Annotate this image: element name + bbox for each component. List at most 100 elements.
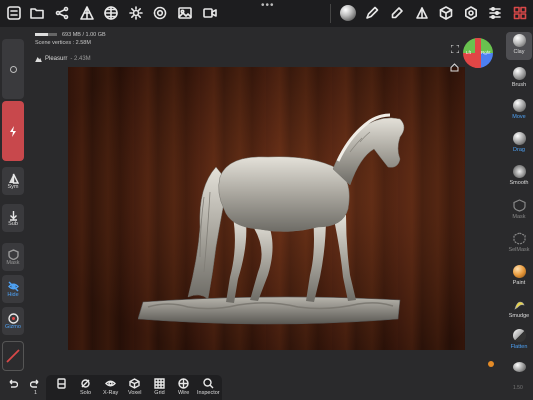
sliders-icon[interactable] <box>485 3 505 23</box>
tool-paint[interactable]: Paint <box>506 263 532 291</box>
mask-icon <box>512 199 526 212</box>
gizmo-right-label: Rght <box>481 50 491 55</box>
mask-shield-icon <box>7 248 19 260</box>
selmask-icon <box>512 232 526 245</box>
tool-mask[interactable]: Mask <box>506 197 532 225</box>
inspector-button[interactable]: Inspector <box>197 378 220 396</box>
lightning-icon <box>9 125 16 137</box>
tool-selmask[interactable]: SelMask <box>506 230 532 258</box>
smudge-icon <box>514 301 524 310</box>
gizmo-button[interactable]: Gizmo <box>2 307 24 335</box>
layers-button[interactable] <box>56 378 67 390</box>
gizmo-icon <box>7 312 19 324</box>
tool-flatten[interactable]: Flatten <box>506 327 532 355</box>
home-icon[interactable] <box>450 59 459 72</box>
radius-icon <box>9 65 17 73</box>
intensity-slider[interactable] <box>2 101 24 161</box>
scene-icon[interactable] <box>52 3 72 23</box>
tool-clay-label: Clay <box>513 49 525 55</box>
dropper-icon[interactable] <box>387 3 407 23</box>
redo-count: 1 <box>33 390 38 396</box>
tool-smudge[interactable]: Smudge <box>506 296 532 324</box>
sym-button[interactable]: Sym <box>2 167 24 195</box>
video-icon[interactable] <box>200 3 220 23</box>
shapes-icon[interactable] <box>436 3 456 23</box>
mesh-triangle-icon <box>35 56 42 62</box>
mask-label: Mask <box>6 259 20 266</box>
orientation-gizmo[interactable]: Lft Rght <box>463 38 493 68</box>
solo-button[interactable]: Solo <box>80 378 91 396</box>
scene-vertices: Scene vertices : 2.58M <box>35 40 91 46</box>
mesh-name: Pleasurr <box>45 56 68 62</box>
scene-info: 693 MB / 1.00 GB Scene vertices : 2.58M <box>35 31 106 47</box>
mask-button[interactable]: Mask <box>2 243 24 271</box>
grid-sphere-icon[interactable] <box>101 3 121 23</box>
memory-text: 693 MB / 1.00 GB <box>62 32 106 38</box>
gear-icon[interactable] <box>461 3 481 23</box>
move-icon <box>512 99 526 112</box>
divider <box>330 4 331 23</box>
sun-icon[interactable] <box>126 3 146 23</box>
triangle-icon[interactable] <box>412 3 432 23</box>
voxel-button[interactable]: Voxel <box>128 378 141 396</box>
more-tool-icon <box>512 362 526 372</box>
wire-label: Wire <box>178 390 190 396</box>
sphere-icon[interactable] <box>337 2 359 24</box>
tool-mask-label: Mask <box>512 214 526 220</box>
tool-brush-label: Brush <box>511 82 527 88</box>
redo-icon <box>30 379 39 388</box>
menu-icon[interactable] <box>4 3 24 23</box>
flatten-icon <box>512 329 526 342</box>
inspector-label: Inspector <box>197 390 220 396</box>
layers-icon <box>57 378 66 389</box>
hide-label: Hide <box>7 291 19 298</box>
mesh-icon[interactable] <box>77 3 97 23</box>
tools-icon[interactable] <box>510 3 530 23</box>
tool-drag-label: Drag <box>513 147 525 153</box>
tool-flatten-label: Flatten <box>510 344 528 350</box>
solo-icon <box>81 379 90 388</box>
solo-label: Solo <box>80 390 92 396</box>
color-swatch[interactable] <box>2 341 24 371</box>
hide-button[interactable]: Hide <box>2 275 24 303</box>
drag-icon <box>512 132 526 145</box>
inspector-icon <box>203 378 214 389</box>
memory-bar <box>35 33 57 37</box>
sub-button[interactable]: Sub <box>2 204 24 232</box>
tool-clay[interactable]: Clay <box>506 32 532 60</box>
gizmo-left-label: Lft <box>466 50 472 55</box>
symmetry-icon <box>8 173 19 184</box>
undo-button[interactable] <box>7 378 18 390</box>
grid-icon <box>154 378 165 389</box>
tool-more[interactable] <box>506 360 532 374</box>
grid-label: Grid <box>154 390 165 396</box>
version-label: 1.50 <box>513 385 523 391</box>
voxel-icon <box>129 378 140 389</box>
grid-button[interactable]: Grid <box>154 378 165 396</box>
pen-icon[interactable] <box>362 3 382 23</box>
xray-button[interactable]: X-Ray <box>103 378 118 396</box>
clay-icon <box>512 34 526 47</box>
mesh-label[interactable]: Pleasurr - 2.43M <box>35 56 91 62</box>
brush-icon <box>512 67 526 80</box>
sub-label: Sub <box>8 220 18 227</box>
folder-icon[interactable] <box>27 3 47 23</box>
tool-drag[interactable]: Drag <box>506 130 532 158</box>
smooth-icon <box>512 165 526 178</box>
mesh-count: - 2.43M <box>70 56 91 62</box>
wire-button[interactable]: Wire <box>178 378 189 396</box>
left-toolbar: Sym Sub Mask Hide Gizmo <box>0 27 26 400</box>
tool-brush[interactable]: Brush <box>506 65 532 93</box>
more-icon[interactable]: ••• <box>261 0 275 11</box>
tool-move[interactable]: Move <box>506 97 532 125</box>
redo-button[interactable]: 1 <box>30 378 41 396</box>
tool-selmask-label: SelMask <box>508 247 530 253</box>
tool-smooth-label: Smooth <box>509 180 529 186</box>
settings-icon[interactable] <box>150 3 170 23</box>
image-icon[interactable] <box>175 3 195 23</box>
fullscreen-icon[interactable] <box>450 40 460 54</box>
right-toolbar: Clay Brush Move Drag Smooth Mask SelMask… <box>505 27 533 400</box>
tool-smooth[interactable]: Smooth <box>506 163 532 191</box>
viewport[interactable] <box>68 67 465 350</box>
radius-slider[interactable] <box>2 39 24 99</box>
